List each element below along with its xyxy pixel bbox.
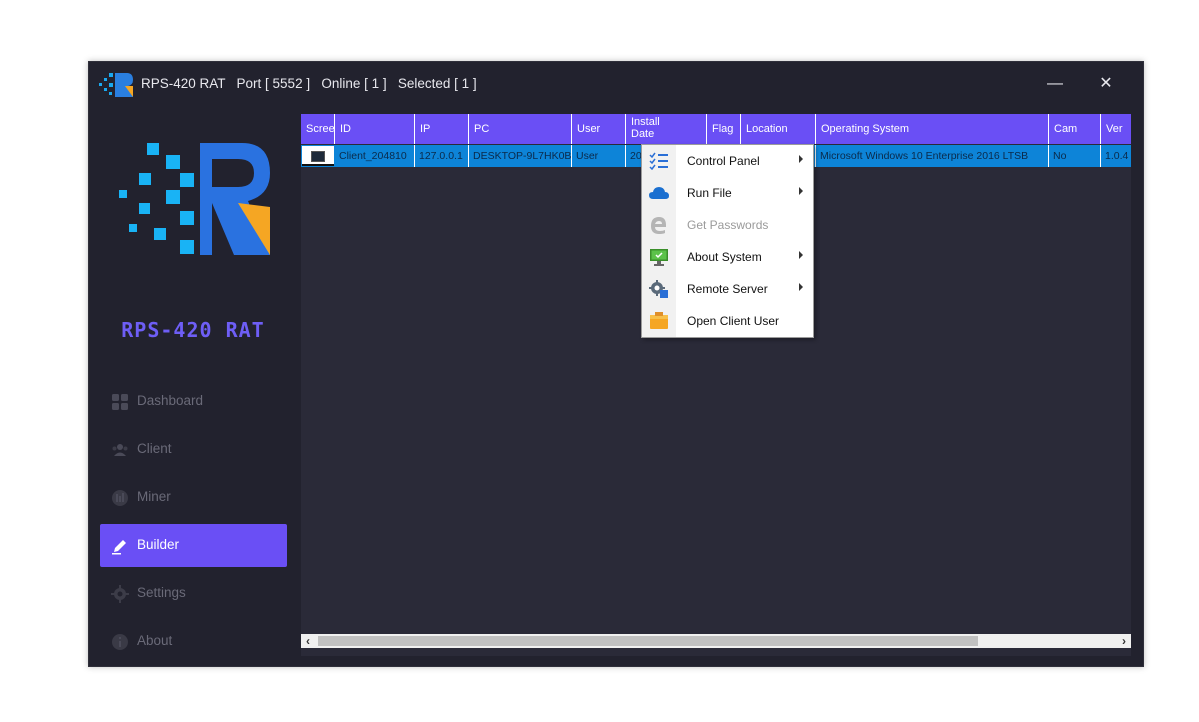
submenu-arrow-icon (799, 251, 803, 259)
nav-item-client[interactable]: Client (100, 428, 287, 471)
nav-item-dashboard[interactable]: Dashboard (100, 380, 287, 423)
menu-item-control-panel[interactable]: Control Panel (642, 145, 813, 177)
submenu-arrow-icon (799, 283, 803, 291)
close-button[interactable]: ✕ (1086, 70, 1126, 98)
nav-label-settings: Settings (137, 585, 186, 600)
dashboard-icon (112, 394, 128, 410)
install-date-line-2: Date (631, 128, 655, 140)
server-gear-icon (649, 280, 668, 298)
column-header-user[interactable]: User (572, 114, 626, 144)
nav-label-builder: Builder (137, 537, 180, 552)
column-header-ip[interactable]: IP (415, 114, 469, 144)
column-header-label: User (577, 123, 601, 135)
column-header-label: IP (420, 123, 431, 135)
folder-user-icon (650, 312, 668, 329)
column-header-install-date[interactable]: Install Date (626, 114, 707, 144)
context-menu: Control Panel Run File Get Passwords Abo… (641, 144, 814, 338)
monitor-icon (650, 249, 668, 266)
cell-screen[interactable] (301, 145, 335, 167)
title-bar[interactable]: RPS-420 RAT Port [ 5552 ] Online [ 1 ] S… (89, 62, 1143, 106)
scroll-left-icon[interactable]: ‹ (301, 634, 315, 648)
column-header-cam[interactable]: Cam (1049, 114, 1101, 144)
menu-item-label: Get Passwords (687, 218, 769, 232)
nav-item-miner[interactable]: Miner (100, 476, 287, 519)
users-icon (112, 444, 128, 456)
column-header-label: PC (474, 123, 490, 135)
menu-item-label: Control Panel (687, 154, 760, 168)
minimize-button[interactable]: — (1035, 70, 1075, 98)
cell-pc[interactable]: DESKTOP-9L7HK0B (469, 145, 572, 167)
scroll-right-icon[interactable]: › (1117, 634, 1131, 648)
column-header-label: Flag (712, 123, 734, 135)
cell-os[interactable]: Microsoft Windows 10 Enterprise 2016 LTS… (816, 145, 1049, 167)
thumbnail-bar (302, 164, 334, 166)
builder-icon (112, 540, 126, 555)
rps-420-logo (119, 143, 270, 255)
nav-label-dashboard: Dashboard (137, 393, 204, 408)
nav-label-client: Client (137, 441, 172, 456)
column-header-id[interactable]: ID (335, 114, 415, 144)
column-header-label: Cam (1054, 123, 1078, 135)
nav-label-miner: Miner (137, 489, 171, 504)
cell-ip[interactable]: 127.0.0.1 (415, 145, 469, 167)
nav-item-about[interactable]: About (100, 620, 287, 663)
column-header-label: Scree (306, 123, 335, 135)
column-header-label: Operating System (821, 123, 910, 135)
menu-item-label: About System (687, 250, 762, 264)
scrollbar-thumb[interactable] (318, 636, 978, 646)
nav-label-about: About (137, 633, 173, 648)
column-header-screen[interactable]: Scree (301, 114, 335, 144)
column-header-location[interactable]: Location (741, 114, 816, 144)
column-header-flag[interactable]: Flag (707, 114, 741, 144)
cell-ver[interactable]: 1.0.4 (1101, 145, 1131, 167)
screen-thumbnail (311, 151, 325, 162)
column-header-label: ID (340, 123, 351, 135)
submenu-arrow-icon (799, 155, 803, 163)
column-header-os[interactable]: Operating System (816, 114, 1049, 144)
logo-text: RPS-420 RAT (121, 318, 265, 342)
menu-item-remote-server[interactable]: Remote Server (642, 273, 813, 305)
menu-item-label: Remote Server (687, 282, 768, 296)
menu-item-run-file[interactable]: Run File (642, 177, 813, 209)
app-window: RPS-420 RAT Port [ 5552 ] Online [ 1 ] S… (88, 61, 1144, 667)
column-header-pc[interactable]: PC (469, 114, 572, 144)
column-header-ver[interactable]: Ver (1101, 114, 1131, 144)
submenu-arrow-icon (799, 187, 803, 195)
info-icon (112, 634, 128, 650)
column-header-label: Ver (1106, 123, 1123, 135)
miner-icon (112, 490, 128, 506)
nav-item-builder[interactable]: Builder (100, 524, 287, 567)
column-header-label: Location (746, 123, 788, 135)
column-header-label: Install Date (631, 116, 660, 140)
menu-item-label: Run File (687, 186, 732, 200)
horizontal-scrollbar[interactable]: ‹ › (301, 634, 1131, 648)
edge-browser-icon (651, 217, 666, 234)
menu-item-label: Open Client User (687, 314, 780, 328)
menu-item-get-passwords[interactable]: Get Passwords (642, 209, 813, 241)
cell-cam[interactable]: No (1049, 145, 1101, 167)
nav-item-settings[interactable]: Settings (100, 572, 287, 615)
checklist-icon (649, 152, 668, 170)
cell-id[interactable]: Client_204810 (335, 145, 415, 167)
install-date-line-1: Install (631, 116, 660, 128)
sidebar: RPS-420 RAT Dashboard Client Miner Build… (89, 106, 297, 666)
window-title: RPS-420 RAT Port [ 5552 ] Online [ 1 ] S… (141, 76, 477, 91)
cloud-icon (649, 187, 669, 199)
gear-icon (111, 585, 129, 603)
app-logo-icon (99, 73, 133, 97)
menu-item-about-system[interactable]: About System (642, 241, 813, 273)
cell-user[interactable]: User (572, 145, 626, 167)
menu-item-open-client-user[interactable]: Open Client User (642, 305, 813, 337)
